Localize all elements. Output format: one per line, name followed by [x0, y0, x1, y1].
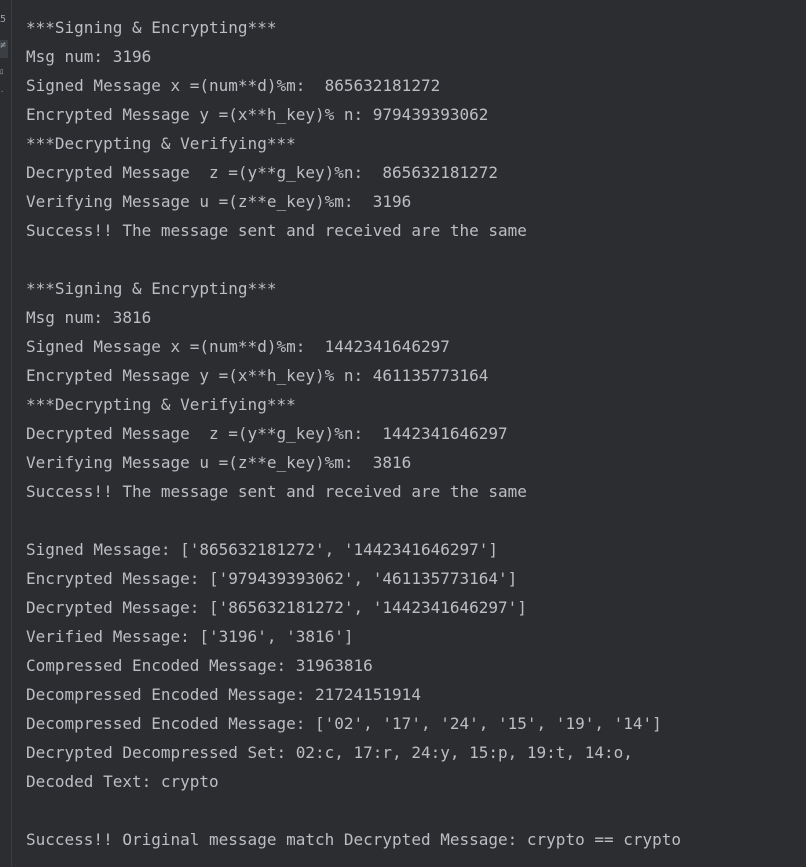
console-line: Signed Message x =(num**d)%m: 8656321812…: [26, 76, 441, 95]
console-output[interactable]: ***Signing & Encrypting*** Msg num: 3196…: [26, 13, 806, 854]
gutter-mark[interactable]: ≠: [0, 40, 8, 58]
console-line: Success!! The message sent and received …: [26, 482, 527, 501]
gutter-mark[interactable]: ﾛ: [0, 66, 8, 78]
editor-gutter: 5 ≠ ﾛ ·: [0, 0, 12, 867]
console-line: Signed Message x =(num**d)%m: 1442341646…: [26, 337, 450, 356]
console-line: ***Signing & Encrypting***: [26, 18, 277, 37]
console-line: Verifying Message u =(z**e_key)%m: 3816: [26, 453, 412, 472]
console-line: Signed Message: ['865632181272', '144234…: [26, 540, 499, 559]
console-line: Msg num: 3196: [26, 47, 152, 66]
console-line: Decrypted Decompressed Set: 02:c, 17:r, …: [26, 743, 633, 762]
console-line: ***Signing & Encrypting***: [26, 279, 277, 298]
console-line: Verified Message: ['3196', '3816']: [26, 627, 354, 646]
console-line: Success!! Original message match Decrypt…: [26, 830, 682, 849]
console-line: Encrypted Message y =(x**h_key)% n: 4611…: [26, 366, 489, 385]
console-line: Success!! The message sent and received …: [26, 221, 527, 240]
console-line: Encrypted Message y =(x**h_key)% n: 9794…: [26, 105, 489, 124]
console-line: Compressed Encoded Message: 31963816: [26, 656, 373, 675]
console-line: Encrypted Message: ['979439393062', '461…: [26, 569, 518, 588]
console-line: Decoded Text: crypto: [26, 772, 219, 791]
console-line: ***Decrypting & Verifying***: [26, 395, 296, 414]
gutter-mark[interactable]: 5: [0, 14, 8, 26]
console-line: Verifying Message u =(z**e_key)%m: 3196: [26, 192, 412, 211]
console-line: Msg num: 3816: [26, 308, 152, 327]
console-line: Decrypted Message z =(y**g_key)%n: 86563…: [26, 163, 499, 182]
console-line: Decompressed Encoded Message: 2172415191…: [26, 685, 421, 704]
console-line: Decrypted Message z =(y**g_key)%n: 14423…: [26, 424, 508, 443]
console-line: Decompressed Encoded Message: ['02', '17…: [26, 714, 662, 733]
gutter-mark[interactable]: ·: [0, 86, 8, 98]
console-line: Decrypted Message: ['865632181272', '144…: [26, 598, 527, 617]
console-line: ***Decrypting & Verifying***: [26, 134, 296, 153]
